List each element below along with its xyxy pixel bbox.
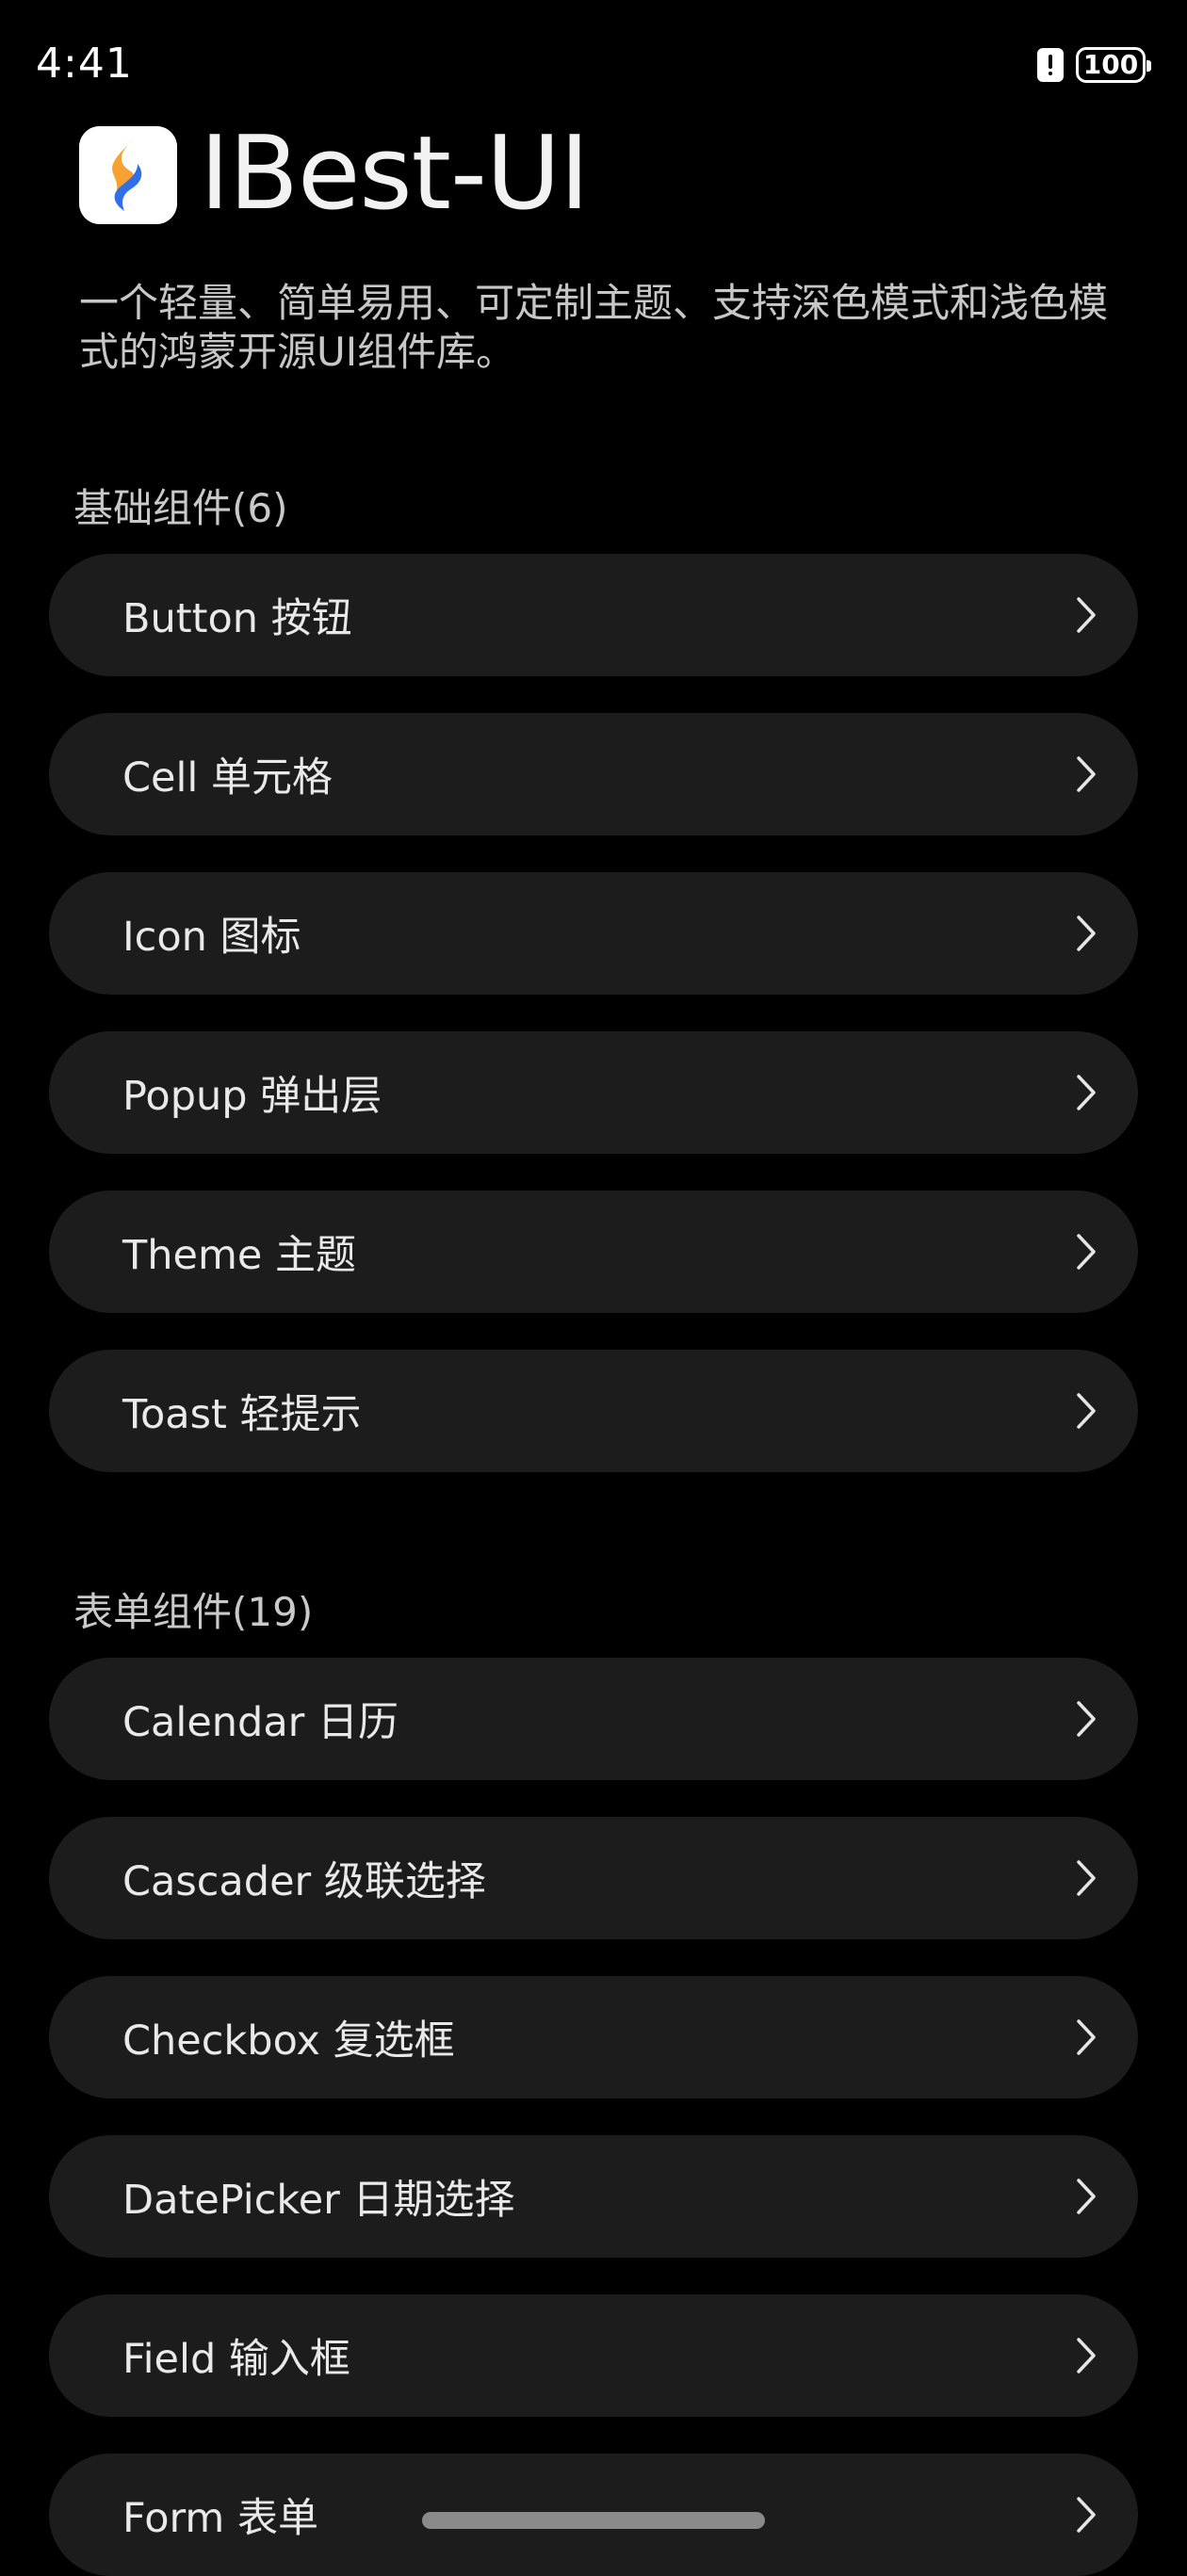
list-item-button[interactable]: Button 按钮 bbox=[49, 554, 1138, 676]
battery-level: 100 bbox=[1082, 49, 1139, 80]
list-item-checkbox[interactable]: Checkbox 复选框 bbox=[49, 1976, 1138, 2098]
status-icons: 100 bbox=[1036, 47, 1151, 83]
list-item-popup[interactable]: Popup 弹出层 bbox=[49, 1031, 1138, 1154]
chevron-right-icon bbox=[1076, 1074, 1097, 1111]
chevron-right-icon bbox=[1076, 1859, 1097, 1897]
chevron-right-icon bbox=[1076, 2496, 1097, 2534]
list-item-cascader[interactable]: Cascader 级联选择 bbox=[49, 1817, 1138, 1939]
chevron-right-icon bbox=[1076, 1700, 1097, 1738]
chevron-right-icon bbox=[1076, 1392, 1097, 1430]
list-item-label: Field 输入框 bbox=[122, 2336, 350, 2383]
status-bar: 4:41 100 bbox=[0, 0, 1187, 122]
section-title-basic: 基础组件(6) bbox=[73, 485, 288, 531]
list-item-datepicker[interactable]: DatePicker 日期选择 bbox=[49, 2135, 1138, 2258]
chevron-right-icon bbox=[1076, 596, 1097, 634]
chevron-right-icon bbox=[1076, 755, 1097, 793]
alert-icon bbox=[1036, 47, 1065, 83]
list-item-label: Button 按钮 bbox=[122, 595, 352, 642]
list-item-label: DatePicker 日期选择 bbox=[122, 2177, 515, 2224]
list-item-label: Icon 图标 bbox=[122, 914, 301, 961]
chevron-right-icon bbox=[1076, 915, 1097, 952]
list-item-field[interactable]: Field 输入框 bbox=[49, 2294, 1138, 2417]
list-item-label: Checkbox 复选框 bbox=[122, 2017, 455, 2065]
list-item-label: Calendar 日历 bbox=[122, 1699, 399, 1746]
chevron-right-icon bbox=[1076, 2178, 1097, 2215]
list-item-toast[interactable]: Toast 轻提示 bbox=[49, 1350, 1138, 1472]
list-item-icon[interactable]: Icon 图标 bbox=[49, 872, 1138, 995]
list-item-calendar[interactable]: Calendar 日历 bbox=[49, 1658, 1138, 1780]
list-item-label: Theme 主题 bbox=[122, 1232, 356, 1279]
app-description: 一个轻量、简单易用、可定制主题、支持深色模式和浅色模式的鸿蒙开源UI组件库。 bbox=[79, 280, 1109, 375]
status-time: 4:41 bbox=[36, 40, 133, 88]
chevron-right-icon bbox=[1076, 2337, 1097, 2374]
chevron-right-icon bbox=[1076, 1233, 1097, 1271]
list-item-label: Cascader 级联选择 bbox=[122, 1858, 486, 1905]
home-indicator[interactable] bbox=[422, 2512, 765, 2529]
section-title-form: 表单组件(19) bbox=[73, 1589, 314, 1635]
battery-icon: 100 bbox=[1076, 47, 1151, 83]
list-item-cell[interactable]: Cell 单元格 bbox=[49, 713, 1138, 835]
app-title: IBest-UI bbox=[200, 115, 590, 233]
list-item-label: Form 表单 bbox=[122, 2495, 318, 2542]
chevron-right-icon bbox=[1076, 2018, 1097, 2056]
list-item-label: Popup 弹出层 bbox=[122, 1073, 382, 1120]
list-item-label: Toast 轻提示 bbox=[122, 1391, 362, 1438]
list-item-theme[interactable]: Theme 主题 bbox=[49, 1191, 1138, 1313]
list-item-label: Cell 单元格 bbox=[122, 754, 333, 802]
ibest-logo-icon bbox=[79, 126, 177, 224]
